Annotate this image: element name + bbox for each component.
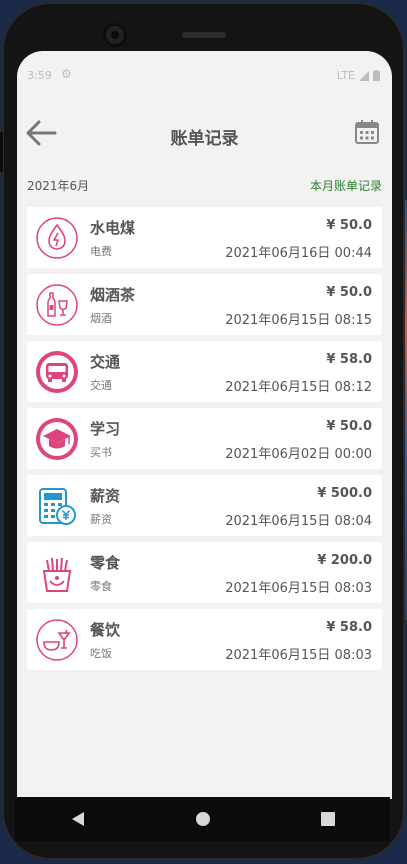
network-label: LTE: [336, 69, 355, 82]
settings-gear-icon: ⚙: [61, 67, 72, 81]
salary-calculator-icon: [39, 488, 76, 525]
nav-home-icon: [195, 812, 210, 826]
record-category: 零食: [90, 554, 121, 572]
nav-back-button[interactable]: [58, 799, 98, 839]
record-date: 2021年06月02日 00:00: [225, 447, 372, 462]
app-screen: 3:59 ⚙ LTE 账单记录 2021年6月 本月账单记录 水电煤 电费 ¥ …: [17, 51, 392, 799]
record-category: 交通: [90, 353, 121, 371]
record-note: 薪资: [90, 513, 112, 526]
page-title: 账单记录: [170, 129, 239, 149]
nav-recents-button[interactable]: [308, 799, 348, 839]
record-amount: ¥ 500.0: [317, 486, 372, 501]
record-item[interactable]: 交通 交通 ¥ 58.0 2021年06月15日 08:12: [27, 341, 382, 402]
record-item[interactable]: 学习 买书 ¥ 50.0 2021年06月02日 00:00: [27, 408, 382, 469]
record-item[interactable]: 烟酒茶 烟酒 ¥ 50.0 2021年06月15日 08:15: [27, 274, 382, 335]
status-bar: 3:59 ⚙ LTE: [17, 51, 392, 99]
record-item[interactable]: 水电煤 电费 ¥ 50.0 2021年06月16日 00:44: [27, 207, 382, 268]
record-item[interactable]: 薪资 薪资 ¥ 500.0 2021年06月15日 08:04: [27, 475, 382, 536]
month-bar: 2021年6月 本月账单记录: [17, 167, 392, 207]
record-note: 烟酒: [90, 312, 112, 325]
record-category: 餐饮: [90, 621, 121, 639]
record-date: 2021年06月15日 08:03: [225, 581, 372, 596]
status-right: LTE: [337, 69, 380, 82]
record-date: 2021年06月16日 00:44: [225, 246, 372, 261]
monthly-records-link[interactable]: 本月账单记录: [310, 177, 382, 194]
front-camera: [106, 26, 124, 44]
volume-button: [0, 132, 3, 172]
record-amount: ¥ 50.0: [326, 419, 372, 434]
battery-icon: [373, 70, 380, 81]
record-date: 2021年06月15日 08:03: [225, 648, 372, 663]
dining-drink-icon: [36, 619, 78, 661]
snack-fries-icon: [42, 557, 72, 592]
record-amount: ¥ 50.0: [326, 218, 372, 233]
graduation-cap-icon: [36, 418, 78, 460]
record-note: 买书: [90, 446, 112, 459]
record-item[interactable]: 餐饮 吃饭 ¥ 58.0 2021年06月15日 08:03: [27, 609, 382, 670]
record-amount: ¥ 58.0: [326, 352, 372, 367]
record-note: 交通: [90, 379, 112, 392]
record-list: 水电煤 电费 ¥ 50.0 2021年06月16日 00:44 烟酒茶 烟酒 ¥…: [17, 207, 392, 670]
status-time: 3:59: [27, 69, 52, 82]
water-electric-coal-icon: [36, 217, 78, 259]
earpiece-speaker: [182, 32, 226, 38]
record-amount: ¥ 200.0: [317, 553, 372, 568]
nav-recents-icon: [320, 812, 335, 826]
record-date: 2021年06月15日 08:04: [225, 514, 372, 529]
record-date: 2021年06月15日 08:12: [225, 380, 372, 395]
bus-icon: [36, 351, 78, 393]
month-label[interactable]: 2021年6月: [27, 177, 89, 194]
record-amount: ¥ 50.0: [326, 285, 372, 300]
record-note: 零食: [90, 580, 112, 593]
record-date: 2021年06月15日 08:15: [225, 313, 372, 328]
phone-frame: 3:59 ⚙ LTE 账单记录 2021年6月 本月账单记录 水电煤 电费 ¥ …: [0, 2, 405, 860]
nav-back-icon: [71, 812, 84, 826]
signal-icon: [359, 70, 369, 81]
record-amount: ¥ 58.0: [326, 620, 372, 635]
android-nav-bar: [15, 797, 390, 841]
nav-home-button[interactable]: [183, 799, 223, 839]
record-note: 吃饭: [90, 647, 112, 660]
calendar-icon[interactable]: [354, 119, 380, 145]
record-category: 薪资: [90, 487, 121, 505]
record-category: 水电煤: [90, 219, 136, 237]
record-item[interactable]: 零食 零食 ¥ 200.0 2021年06月15日 08:03: [27, 542, 382, 603]
tobacco-wine-tea-icon: [36, 284, 78, 326]
record-category: 学习: [90, 420, 121, 438]
app-header: 账单记录: [17, 99, 392, 167]
record-note: 电费: [90, 245, 112, 258]
record-category: 烟酒茶: [90, 286, 136, 304]
